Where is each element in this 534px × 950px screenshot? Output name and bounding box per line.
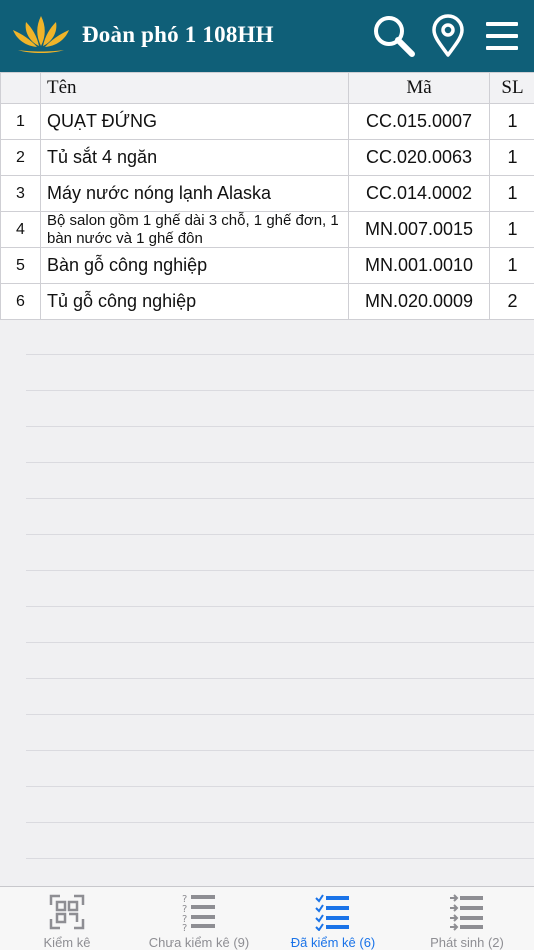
row-index: 5 (1, 248, 41, 283)
separator-line (26, 606, 534, 607)
arrow-list-icon (447, 892, 487, 932)
row-index: 6 (1, 284, 41, 319)
row-code: MN.001.0010 (349, 248, 490, 283)
row-name: Tủ gỗ công nghiệp (41, 284, 349, 319)
row-code: CC.020.0063 (349, 140, 490, 175)
empty-list-area (0, 318, 534, 886)
separator-line (26, 354, 534, 355)
separator-line (26, 498, 534, 499)
column-header-qty: SL (501, 77, 524, 98)
separator-line (26, 390, 534, 391)
tab-da-kiem-ke[interactable]: Đã kiểm kê (6) (278, 887, 388, 950)
row-qty: 1 (507, 147, 518, 167)
row-qty: 2 (507, 291, 518, 311)
app-header: Đoàn phó 1 108HH (0, 0, 534, 72)
row-code: CC.015.0007 (349, 104, 490, 139)
menu-button[interactable] (478, 12, 526, 60)
column-header-code: Mã (349, 73, 490, 103)
row-qty: 1 (507, 255, 518, 275)
hamburger-menu-icon (486, 22, 518, 50)
location-pin-icon (432, 14, 464, 57)
tab-label: Kiểm kê (43, 935, 91, 950)
row-name: Bàn gỗ công nghiệp (41, 248, 349, 283)
checked-list-icon (313, 892, 353, 932)
row-code: MN.007.0015 (349, 212, 490, 247)
tab-chua-kiem-ke[interactable]: ? ? ? ? Chưa kiểm kê (9) (136, 887, 262, 950)
row-name: Máy nước nóng lạnh Alaska (41, 176, 349, 211)
separator-line (26, 642, 534, 643)
row-index: 4 (1, 212, 41, 247)
table-header-row: Tên Mã SL (1, 73, 534, 104)
row-name: Tủ sắt 4 ngăn (41, 140, 349, 175)
lotus-logo-icon (10, 12, 72, 58)
table-row[interactable]: 5 Bàn gỗ công nghiệp MN.001.0010 1 (1, 248, 534, 284)
table-row[interactable]: 2 Tủ sắt 4 ngăn CC.020.0063 1 (1, 140, 534, 176)
column-header-index (1, 73, 41, 103)
table-row[interactable]: 6 Tủ gỗ công nghiệp MN.020.0009 2 (1, 284, 534, 320)
separator-line (26, 570, 534, 571)
unchecked-list-icon: ? ? ? ? (179, 892, 219, 932)
row-code: CC.014.0002 (349, 176, 490, 211)
qr-scan-icon (47, 892, 87, 932)
tab-label: Đã kiểm kê (6) (290, 935, 376, 950)
separator-line (26, 714, 534, 715)
table-row[interactable]: 4 Bộ salon gồm 1 ghế dài 3 chỗ, 1 ghế đơ… (1, 212, 534, 248)
bottom-tab-bar: Kiểm kê ? ? ? ? Chưa kiểm kê (9) Đã kiểm… (0, 886, 534, 950)
page-title: Đoàn phó 1 108HH (82, 22, 274, 47)
separator-line (26, 678, 534, 679)
table-row[interactable]: 1 QUẠT ĐỨNG CC.015.0007 1 (1, 104, 534, 140)
search-icon (374, 16, 415, 57)
separator-line (26, 462, 534, 463)
search-button[interactable] (370, 12, 418, 60)
row-qty: 1 (507, 111, 518, 131)
separator-line (26, 786, 534, 787)
row-code: MN.020.0009 (349, 284, 490, 319)
tab-phat-sinh[interactable]: Phát sinh (2) (414, 887, 520, 950)
row-name: Bộ salon gồm 1 ghế dài 3 chỗ, 1 ghế đơn,… (41, 212, 349, 247)
location-button[interactable] (424, 12, 472, 60)
row-index: 1 (1, 104, 41, 139)
separator-line (26, 858, 534, 859)
table-row[interactable]: 3 Máy nước nóng lạnh Alaska CC.014.0002 … (1, 176, 534, 212)
inventory-table: Tên Mã SL 1 QUẠT ĐỨNG CC.015.0007 1 2 Tủ… (0, 72, 534, 320)
separator-line (26, 750, 534, 751)
column-header-name: Tên (41, 73, 349, 103)
tab-label: Phát sinh (2) (430, 935, 504, 950)
separator-line (26, 534, 534, 535)
row-index: 3 (1, 176, 41, 211)
separator-line (26, 822, 534, 823)
row-index: 2 (1, 140, 41, 175)
separator-line (26, 426, 534, 427)
row-qty: 1 (507, 219, 518, 239)
tab-kiem-ke[interactable]: Kiểm kê (20, 887, 114, 950)
row-name: QUẠT ĐỨNG (41, 104, 349, 139)
row-qty: 1 (507, 183, 518, 203)
tab-label: Chưa kiểm kê (9) (148, 935, 250, 950)
svg-text:?: ? (182, 923, 187, 931)
